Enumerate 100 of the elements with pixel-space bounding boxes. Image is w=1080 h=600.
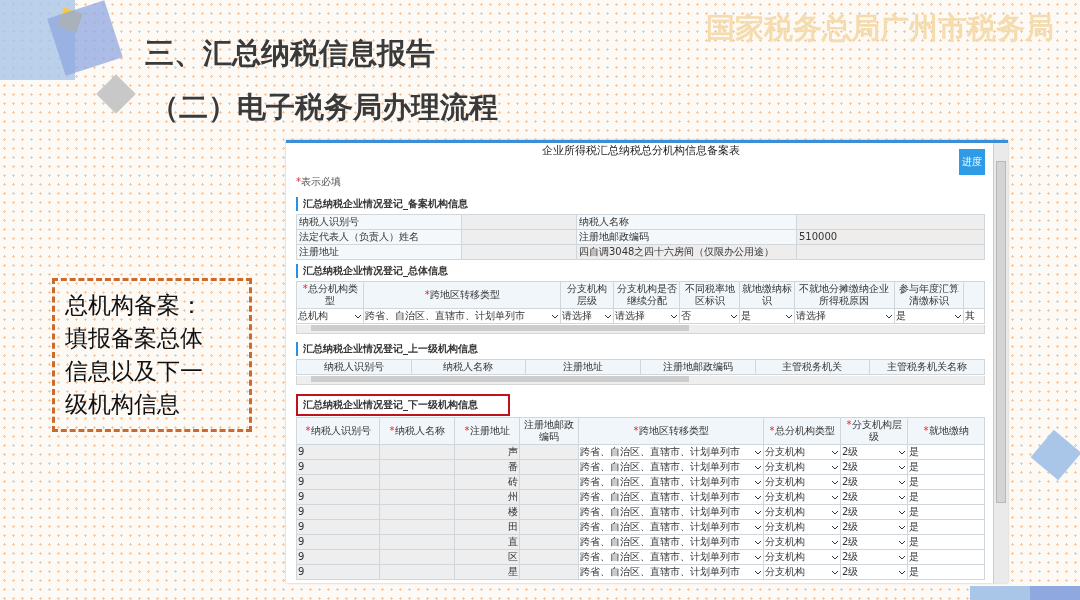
select-field[interactable]: 请选择 [562, 310, 612, 322]
chevron-down-icon [754, 509, 762, 515]
section-title: 汇总纳税企业情况登记_上一级机构信息 [296, 342, 478, 356]
chevron-down-icon [831, 569, 839, 575]
select-field[interactable]: 跨省、自治区、直辖市、计划单列市 [580, 551, 762, 563]
chevron-down-icon [670, 313, 679, 319]
chevron-down-icon [898, 569, 906, 575]
table-cell: 是 [907, 564, 985, 580]
select-field[interactable]: 2级 [842, 521, 906, 533]
select-field[interactable]: 分支机构 [765, 536, 839, 548]
section-title: 汇总纳税企业情况登记_总体信息 [296, 264, 448, 278]
select-field[interactable]: 是 [896, 310, 962, 322]
slide-subtitle: （二）电子税务局办理流程 [150, 89, 498, 126]
chevron-down-icon [354, 313, 363, 319]
brand-text: 国家税务总局广州市税务局 [706, 10, 1054, 46]
select-field[interactable]: 2级 [842, 536, 906, 548]
chevron-down-icon [831, 539, 839, 545]
select-field[interactable]: 2级 [842, 551, 906, 563]
select-field[interactable]: 请选择 [615, 310, 679, 322]
chevron-down-icon [754, 464, 762, 470]
column-header: 分支机构是否继续分配 [613, 281, 680, 309]
select-field[interactable]: 分支机构 [765, 521, 839, 533]
select-field[interactable]: 跨省、自治区、直辖市、计划单列市 [580, 566, 762, 578]
chevron-down-icon [754, 449, 762, 455]
chevron-down-icon [898, 539, 906, 545]
table-cell: 是 [907, 474, 985, 490]
select-field[interactable]: 跨省、自治区、直辖市、计划单列市 [580, 521, 762, 533]
chevron-down-icon [898, 464, 906, 470]
select-field[interactable]: 跨省、自治区、直辖市、计划单列市 [580, 446, 762, 458]
column-header: *总分机构类型 [763, 417, 841, 445]
select-field[interactable]: 分支机构 [765, 476, 839, 488]
chevron-down-icon [551, 313, 560, 319]
chevron-down-icon [831, 524, 839, 530]
column-header: *跨地区转移类型 [578, 417, 764, 445]
select-field[interactable]: 2级 [842, 566, 906, 578]
column-header: 纳税人名称 [411, 359, 526, 375]
select-field[interactable]: 分支机构 [765, 506, 839, 518]
note-text: 总机构备案：填报备案总体信息以及下一级机构信息 [65, 291, 203, 419]
chevron-down-icon [831, 464, 839, 470]
select-field[interactable]: 跨省、自治区、直辖市、计划单列市 [580, 461, 762, 473]
select-field[interactable]: 分支机构 [765, 551, 839, 563]
chevron-down-icon [604, 313, 612, 319]
column-header: 不就地分摊缴纳企业所得税原因 [794, 281, 895, 309]
column-header: 注册地邮政编码 [640, 359, 756, 375]
select-field[interactable]: 跨省、自治区、直辖市、计划单列市 [580, 476, 762, 488]
column-header: 主管税务机关 [755, 359, 870, 375]
chevron-down-icon [831, 494, 839, 500]
field-label: 纳税人名称 [576, 214, 797, 230]
vertical-scrollbar[interactable] [993, 143, 1008, 583]
table-cell: 是 [907, 459, 985, 475]
field-label: 纳税人识别号 [296, 214, 462, 230]
column-header: *就地缴纳 [907, 417, 985, 445]
chevron-down-icon [898, 554, 906, 560]
required-note: *表示必填 [296, 175, 342, 189]
column-header: 纳税人识别号 [296, 359, 412, 375]
chevron-down-icon [784, 313, 793, 319]
chevron-down-icon [754, 524, 762, 530]
chevron-down-icon [898, 509, 906, 515]
select-field[interactable]: 分支机构 [765, 461, 839, 473]
select-field[interactable]: 2级 [842, 461, 906, 473]
column-header: 参与年度汇算清缴标识 [894, 281, 964, 309]
chevron-down-icon [754, 554, 762, 560]
chevron-down-icon [831, 479, 839, 485]
column-header: *纳税人识别号 [296, 417, 380, 445]
select-field[interactable]: 分支机构 [765, 566, 839, 578]
select-field[interactable]: 请选择 [795, 310, 893, 322]
column-header: 主管税务机关名称 [869, 359, 985, 375]
select-field[interactable]: 总机构 [298, 310, 363, 322]
chevron-down-icon [898, 494, 906, 500]
chevron-down-icon [831, 449, 839, 455]
chevron-down-icon [754, 479, 762, 485]
select-field[interactable]: 分支机构 [765, 491, 839, 503]
select-field[interactable]: 跨省、自治区、直辖市、计划单列市 [365, 310, 560, 322]
select-field[interactable]: 2级 [842, 446, 906, 458]
section-title: 汇总纳税企业情况登记_下一级机构信息 [296, 394, 510, 416]
table-cell: 是 [907, 519, 985, 535]
form-title: 企业所得税汇总纳税总分机构信息备案表 [541, 143, 740, 159]
table-cell: 是 [907, 549, 985, 565]
horizontal-scrollbar[interactable] [296, 376, 985, 385]
chevron-down-icon [898, 524, 906, 530]
chevron-down-icon [754, 539, 762, 545]
chevron-down-icon [885, 313, 893, 319]
chevron-down-icon [729, 313, 738, 319]
select-field[interactable]: 2级 [842, 506, 906, 518]
select-field[interactable]: 2级 [842, 476, 906, 488]
select-field[interactable]: 2级 [842, 491, 906, 503]
select-field[interactable]: 跨省、自治区、直辖市、计划单列市 [580, 506, 762, 518]
select-field[interactable]: 跨省、自治区、直辖市、计划单列市 [580, 536, 762, 548]
chevron-down-icon [831, 509, 839, 515]
select-field[interactable]: 跨省、自治区、直辖市、计划单列市 [580, 491, 762, 503]
column-header: 不同税率地区标识 [679, 281, 740, 309]
select-field[interactable]: 否 [681, 310, 738, 322]
select-field[interactable]: 是 [740, 310, 793, 322]
slide-title: 三、汇总纳税信息报告 [145, 35, 436, 72]
table-cell: 是 [907, 444, 985, 460]
horizontal-scrollbar[interactable] [296, 325, 985, 334]
select-field[interactable]: 分支机构 [765, 446, 839, 458]
section-title: 汇总纳税企业情况登记_备案机构信息 [296, 197, 468, 211]
table-cell: 其 [963, 308, 985, 324]
chevron-down-icon [898, 449, 906, 455]
